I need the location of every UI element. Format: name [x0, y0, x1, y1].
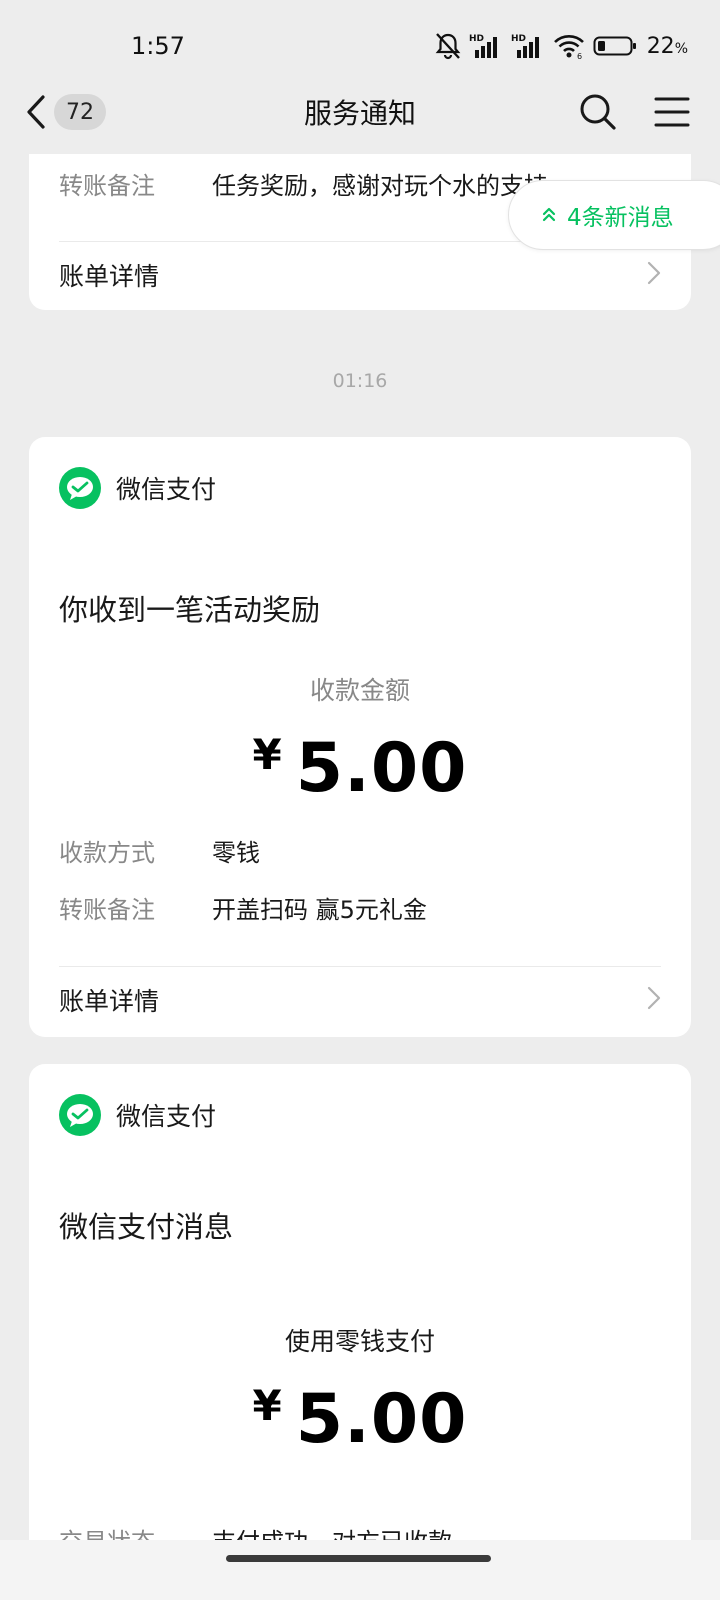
menu-button[interactable] — [652, 92, 692, 132]
card-header: 微信支付 — [59, 1094, 216, 1136]
amount-number: 5.00 — [295, 1380, 468, 1459]
card-header: 微信支付 — [59, 467, 216, 509]
menu-icon — [654, 97, 690, 127]
remark-row: 转账备注 开盖扫码 赢5元礼金 — [59, 890, 661, 924]
method-row: 收款方式 零钱 — [59, 833, 661, 867]
svg-text:6: 6 — [577, 52, 582, 60]
sender-name: 微信支付 — [116, 475, 217, 504]
method-value: 零钱 — [212, 839, 260, 867]
amount-number: 5.00 — [295, 729, 468, 808]
wechat-pay-logo-icon — [59, 467, 101, 509]
wechat-pay-logo-icon — [59, 1094, 101, 1136]
status-label: 交易状态 — [59, 1522, 155, 1540]
chevron-right-icon — [647, 261, 661, 285]
payment-card[interactable]: 微信支付 你收到一笔活动奖励 收款金额 ¥ 5.00 收款方式 零钱 转账备注 … — [29, 437, 691, 1037]
battery-icon — [593, 36, 636, 56]
search-icon — [580, 94, 616, 130]
status-value: 支付成功，对方已收款 — [212, 1522, 452, 1540]
payment-card[interactable]: 微信支付 微信支付消息 使用零钱支付 ¥ 5.00 交易状态 支付成功，对方已收… — [29, 1064, 691, 1540]
new-messages-button[interactable]: 4条新消息 — [508, 180, 720, 250]
remark-value: 任务奖励，感谢对玩个水的支持 — [212, 172, 548, 200]
bill-detail-link[interactable]: 账单详情 — [59, 241, 661, 301]
svg-text:HD: HD — [511, 34, 526, 44]
status-icons: HD HD 6 22% — [435, 30, 688, 62]
remark-label: 转账备注 — [59, 896, 155, 924]
home-indicator[interactable] — [226, 1555, 491, 1562]
remark-label: 转账备注 — [59, 172, 155, 200]
mute-bell-icon — [435, 33, 461, 60]
message-list[interactable]: 转账备注 任务奖励，感谢对玩个水的支持 账单详情 01:16 微信支付 你收到一… — [0, 154, 720, 1540]
currency-symbol: ¥ — [252, 730, 282, 779]
search-button[interactable] — [578, 92, 618, 132]
nav-bar: 72 服务通知 — [0, 80, 720, 144]
currency-symbol: ¥ — [252, 1381, 282, 1430]
amount-label: 使用零钱支付 — [284, 1327, 435, 1356]
amount-value: ¥ 5.00 — [29, 729, 691, 808]
signal-hd-icon: HD — [469, 34, 497, 58]
status-row: 交易状态 支付成功，对方已收款 — [59, 1522, 661, 1540]
card-title: 你收到一笔活动奖励 — [59, 593, 321, 627]
sender-name: 微信支付 — [116, 1102, 217, 1131]
wifi-icon: 6 — [553, 35, 584, 60]
remark-value: 开盖扫码 赢5元礼金 — [212, 896, 427, 924]
status-bar: 1:57 HD HD 6 22% — [0, 0, 720, 90]
battery-percent: 22% — [646, 33, 688, 59]
amount-label: 收款金额 — [309, 676, 410, 705]
bill-detail-link[interactable]: 账单详情 — [59, 966, 661, 1026]
bill-detail-label: 账单详情 — [59, 987, 160, 1016]
card-title: 微信支付消息 — [59, 1210, 234, 1244]
new-messages-label: 4条新消息 — [567, 205, 674, 231]
method-label: 收款方式 — [59, 839, 155, 867]
gesture-bar — [0, 1540, 720, 1600]
double-chevron-up-icon — [542, 207, 556, 222]
signal-hd-icon-2: HD — [511, 34, 539, 58]
chevron-right-icon — [647, 986, 661, 1010]
amount-value: ¥ 5.00 — [29, 1380, 691, 1459]
status-time: 1:57 — [131, 32, 185, 60]
bill-detail-label: 账单详情 — [59, 262, 160, 291]
message-timestamp: 01:16 — [332, 370, 388, 392]
svg-text:HD: HD — [469, 34, 484, 44]
